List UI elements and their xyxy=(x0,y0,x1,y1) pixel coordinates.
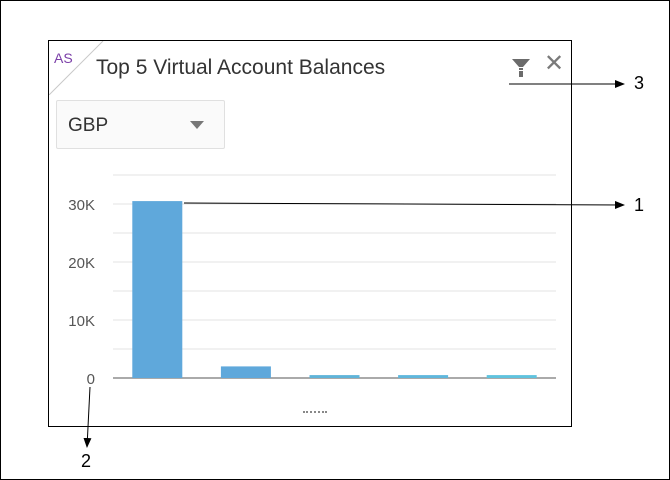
callout-annotations xyxy=(83,80,625,448)
callout-number-2: 2 xyxy=(81,451,92,471)
callout-number-3: 3 xyxy=(634,73,645,93)
callout-number-1: 1 xyxy=(634,195,645,215)
callout-arrow-2 xyxy=(83,386,92,448)
callout-arrow-1 xyxy=(183,200,625,209)
